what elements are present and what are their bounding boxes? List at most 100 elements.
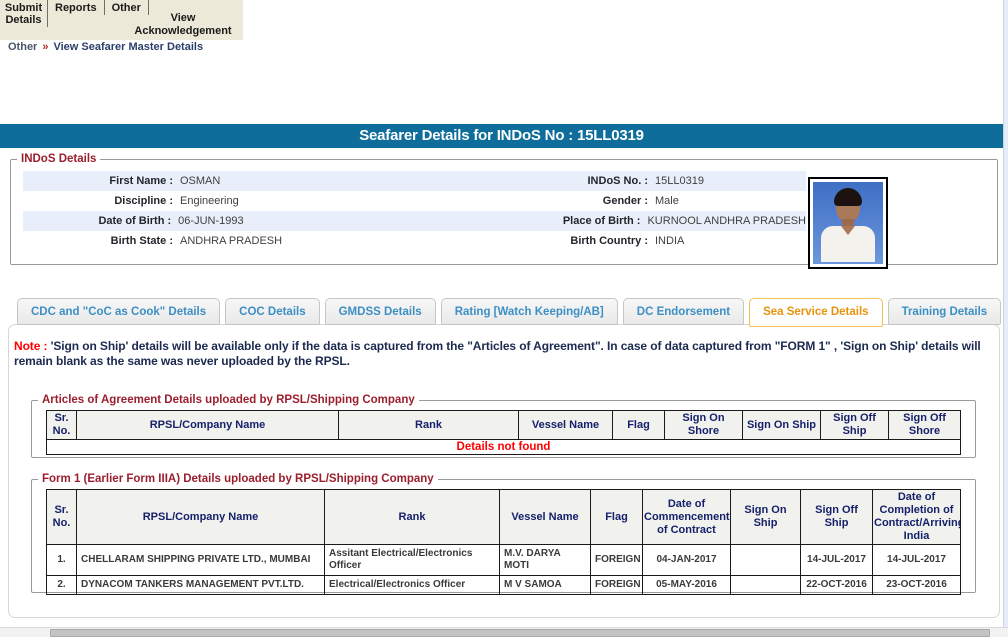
gender-label: Gender : xyxy=(503,191,653,211)
gender-value: Male xyxy=(653,191,806,211)
tab-rating-watch-keeping-ab[interactable]: Rating [Watch Keeping/AB] xyxy=(441,298,618,325)
articles-table-wrap: Sr. No. RPSL/Company Name Rank Vessel Na… xyxy=(46,410,961,455)
commencement-cell: 04-JAN-2017 xyxy=(643,545,731,576)
col-header-sign-on-shore: Sign On Shore xyxy=(665,411,743,440)
indos-no-label: INDoS No. : xyxy=(503,171,653,191)
sr-no-cell: 1. xyxy=(47,545,77,576)
indos-details-fieldset: INDoS Details First Name : OSMAN INDoS N… xyxy=(10,153,998,265)
indos-no-value: 15LL0319 xyxy=(653,171,806,191)
col-header-flag: Flag xyxy=(613,411,665,440)
indos-details-table: First Name : OSMAN INDoS No. : 15LL0319 … xyxy=(23,171,806,251)
col-header-date-of-commencement: Date of Commencement of Contract xyxy=(643,490,731,545)
rank-cell: Assitant Electrical/Electronics Officer xyxy=(325,545,500,576)
birth-state-label: Birth State : xyxy=(23,231,178,251)
flag-cell: FOREIGN xyxy=(591,576,643,595)
sign-off-ship-cell: 22-OCT-2016 xyxy=(801,576,873,595)
discipline-label: Discipline : xyxy=(23,191,178,211)
articles-of-agreement-legend: Articles of Agreement Details uploaded b… xyxy=(38,394,419,406)
menu-item-reports[interactable]: Reports xyxy=(48,0,105,15)
flag-cell: FOREIGN xyxy=(591,545,643,576)
detail-row: Birth State : ANDHRA PRADESH Birth Count… xyxy=(23,231,806,251)
form1-legend: Form 1 (Earlier Form IIIA) Details uploa… xyxy=(38,473,438,485)
completion-cell: 23-OCT-2016 xyxy=(873,576,961,595)
form1-fieldset: Form 1 (Earlier Form IIIA) Details uploa… xyxy=(31,473,976,593)
tab-sea-service-details[interactable]: Sea Service Details xyxy=(749,298,883,327)
breadcrumb-separator-icon: » xyxy=(42,41,48,53)
breadcrumb-other-link[interactable]: Other xyxy=(8,41,37,53)
date-of-birth-label: Date of Birth : xyxy=(23,211,176,231)
col-header-vessel-name: Vessel Name xyxy=(500,490,591,545)
sign-on-ship-cell xyxy=(731,545,801,576)
detail-row: Discipline : Engineering Gender : Male xyxy=(23,191,806,211)
tab-bar: CDC and "CoC as Cook" Details COC Detail… xyxy=(17,298,1001,325)
tab-cdc-coc-as-cook-details[interactable]: CDC and "CoC as Cook" Details xyxy=(17,298,220,325)
col-header-sr-no: Sr. No. xyxy=(47,411,77,440)
note-prefix: Note : xyxy=(14,339,47,353)
sign-off-ship-cell: 14-JUL-2017 xyxy=(801,545,873,576)
first-name-label: First Name : xyxy=(23,171,178,191)
col-header-flag: Flag xyxy=(591,490,643,545)
horizontal-scrollbar-thumb[interactable] xyxy=(50,629,990,637)
menu-item-submit-details[interactable]: Submit Details xyxy=(0,0,48,27)
form1-table-wrap: Sr. No. RPSL/Company Name Rank Vessel Na… xyxy=(46,489,961,595)
table-header-row: Sr. No. RPSL/Company Name Rank Vessel Na… xyxy=(47,490,961,545)
tab-dc-endorsement[interactable]: DC Endorsement xyxy=(623,298,744,325)
col-header-rpsl-company-name: RPSL/Company Name xyxy=(77,490,325,545)
vessel-cell: M.V. DARYA MOTI xyxy=(500,545,591,576)
company-cell: DYNACOM TANKERS MANAGEMENT PVT.LTD. xyxy=(77,576,325,595)
breadcrumb-current-page: View Seafarer Master Details xyxy=(53,41,203,53)
sea-service-tab-panel: Note : 'Sign on Ship' details will be av… xyxy=(8,324,1000,618)
form1-table: Sr. No. RPSL/Company Name Rank Vessel Na… xyxy=(46,489,961,595)
col-header-sign-on-ship: Sign On Ship xyxy=(731,490,801,545)
commencement-cell: 05-MAY-2016 xyxy=(643,576,731,595)
tab-training-details[interactable]: Training Details xyxy=(888,298,1002,325)
sr-no-cell: 2. xyxy=(47,576,77,595)
col-header-sign-off-ship: Sign Off Ship xyxy=(821,411,889,440)
indos-details-legend: INDoS Details xyxy=(17,153,100,165)
details-not-found-message: Details not found xyxy=(47,440,961,455)
detail-row: Date of Birth : 06-JUN-1993 Place of Bir… xyxy=(23,211,806,231)
col-header-date-of-completion: Date of Completion of Contract/Arriving … xyxy=(873,490,961,545)
col-header-sign-off-ship: Sign Off Ship xyxy=(801,490,873,545)
col-header-sign-on-ship: Sign On Ship xyxy=(743,411,821,440)
discipline-value: Engineering xyxy=(178,191,503,211)
col-header-sign-off-shore: Sign Off Shore xyxy=(889,411,961,440)
note-body: 'Sign on Ship' details will be available… xyxy=(14,339,981,368)
sign-on-ship-cell xyxy=(731,576,801,595)
horizontal-scrollbar[interactable] xyxy=(0,627,1008,637)
birth-country-value: INDIA xyxy=(653,231,806,251)
col-header-sr-no: Sr. No. xyxy=(47,490,77,545)
note-text: Note : 'Sign on Ship' details will be av… xyxy=(14,339,992,369)
top-menu-bar: Submit Details Reports Other View Acknow… xyxy=(0,0,243,40)
place-of-birth-label: Place of Birth : xyxy=(497,211,645,231)
tab-coc-details[interactable]: COC Details xyxy=(225,298,319,325)
date-of-birth-value: 06-JUN-1993 xyxy=(176,211,497,231)
col-header-rank: Rank xyxy=(325,490,500,545)
breadcrumb: Other » View Seafarer Master Details xyxy=(8,41,203,53)
articles-of-agreement-fieldset: Articles of Agreement Details uploaded b… xyxy=(31,394,976,458)
col-header-rpsl-company-name: RPSL/Company Name xyxy=(77,411,339,440)
completion-cell: 14-JUL-2017 xyxy=(873,545,961,576)
vessel-cell: M V SAMOA xyxy=(500,576,591,595)
table-header-row: Sr. No. RPSL/Company Name Rank Vessel Na… xyxy=(47,411,961,440)
page-title: Seafarer Details for INDoS No : 15LL0319 xyxy=(0,124,1003,148)
table-row: 1. CHELLARAM SHIPPING PRIVATE LTD., MUMB… xyxy=(47,545,961,576)
birth-state-value: ANDHRA PRADESH xyxy=(178,231,503,251)
photo-background xyxy=(813,182,883,264)
company-cell: CHELLARAM SHIPPING PRIVATE LTD., MUMBAI xyxy=(77,545,325,576)
menu-item-view-acknowledgement[interactable]: View Acknowledgement xyxy=(124,12,242,38)
empty-result-row: Details not found xyxy=(47,440,961,455)
tab-gmdss-details[interactable]: GMDSS Details xyxy=(325,298,436,325)
first-name-value: OSMAN xyxy=(178,171,503,191)
place-of-birth-value: KURNOOL ANDHRA PRADESH xyxy=(645,211,806,231)
rank-cell: Electrical/Electronics Officer xyxy=(325,576,500,595)
photo-hair-shape xyxy=(834,188,862,206)
table-row: 2. DYNACOM TANKERS MANAGEMENT PVT.LTD. E… xyxy=(47,576,961,595)
birth-country-label: Birth Country : xyxy=(503,231,653,251)
col-header-rank: Rank xyxy=(339,411,519,440)
page-right-edge xyxy=(1003,0,1008,627)
col-header-vessel-name: Vessel Name xyxy=(519,411,613,440)
articles-table: Sr. No. RPSL/Company Name Rank Vessel Na… xyxy=(46,410,961,455)
seafarer-photo xyxy=(808,177,888,269)
detail-row: First Name : OSMAN INDoS No. : 15LL0319 xyxy=(23,171,806,191)
